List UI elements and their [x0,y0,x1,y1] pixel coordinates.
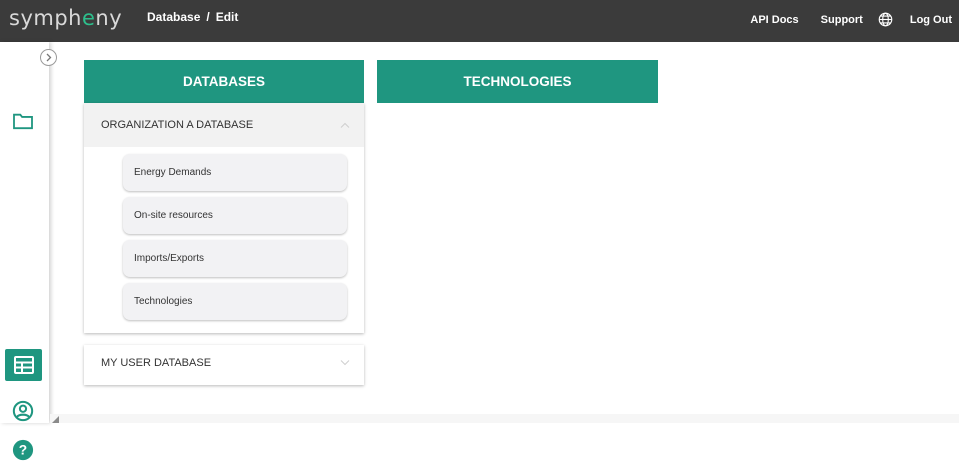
database-accordion-header[interactable]: MY USER DATABASE [84,345,364,381]
logout-link[interactable]: Log Out [910,14,952,26]
breadcrumb: Database / Edit [147,10,238,24]
database-item-label: Energy Demands [134,167,212,178]
chevron-right-icon [46,53,52,62]
logo-text-prefix: symph [9,6,82,30]
logo-text-suffix: ny [95,6,123,30]
databases-title: DATABASES [182,74,265,89]
breadcrumb-parent[interactable]: Database [147,10,200,24]
support-link[interactable]: Support [821,14,863,26]
technologies-title: TECHNOLOGIES [463,74,572,89]
breadcrumb-current: Edit [215,10,239,24]
database-accordion-organization: ORGANIZATION A DATABASE Energy Demands O… [84,103,364,333]
api-docs-link[interactable]: API Docs [750,14,798,26]
top-navigation: API Docs Support Log Out [750,12,952,27]
database-item-technologies[interactable]: Technologies [123,283,347,320]
svg-text:?: ? [19,443,27,458]
database-accordion-user: MY USER DATABASE [84,345,364,385]
globe-icon[interactable] [878,12,893,27]
database-item-label: Technologies [134,296,193,307]
database-item-imports-exports[interactable]: Imports/Exports [123,240,347,277]
breadcrumb-separator: / [206,10,210,24]
database-table-button[interactable] [5,349,42,381]
database-accordion-header[interactable]: ORGANIZATION A DATABASE [84,103,364,147]
database-item-onsite-resources[interactable]: On-site resources [123,197,347,234]
table-icon [13,356,34,374]
technologies-header[interactable]: TECHNOLOGIES [377,60,658,103]
database-item-label: On-site resources [134,210,213,221]
sidebar-toggle-button[interactable] [40,49,57,66]
database-name: MY USER DATABASE [101,357,212,369]
user-circle-icon[interactable] [12,400,34,422]
app-logo[interactable]: sympheny [9,6,122,30]
database-item-energy-demands[interactable]: Energy Demands [123,154,347,191]
logo-text-accent: e [81,6,96,30]
help-icon[interactable]: ? [12,439,34,461]
database-items-list: Energy Demands On-site resources Imports… [84,147,364,320]
databases-header: DATABASES [84,60,364,103]
chevron-up-icon [340,122,350,128]
resize-corner-icon [52,416,59,423]
database-name: ORGANIZATION A DATABASE [101,119,254,131]
bottom-strip [50,414,959,423]
sidebar: ? [0,42,49,461]
folder-icon[interactable] [12,112,34,130]
chevron-down-icon [340,360,350,366]
top-bar: sympheny Database / Edit API Docs Support … [0,0,959,42]
database-item-label: Imports/Exports [134,253,205,264]
